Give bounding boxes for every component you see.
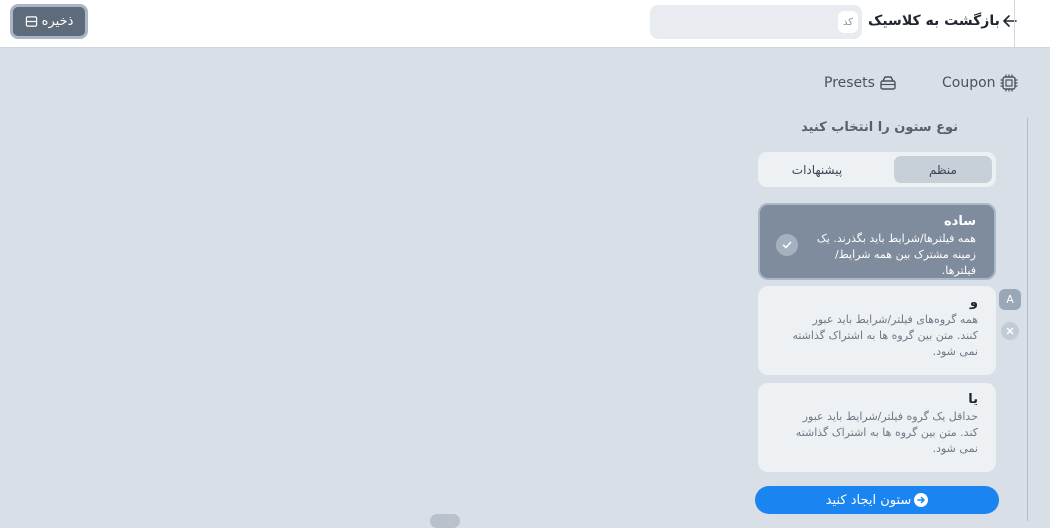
save-label: ذخیره [41, 14, 74, 29]
arrow-left-icon [1003, 15, 1017, 27]
create-column-button[interactable]: ستون ایجاد کنید [755, 486, 999, 514]
section-title: نوع ستون را انتخاب کنید [801, 120, 958, 135]
option-description: حداقل یک گروه فیلتر/شرایط باید عبور کند.… [795, 410, 978, 455]
option-description: همه گروه‌های فیلتر/شرایط باید عبور کنند.… [792, 313, 978, 358]
top-bar: ذخیره بازگشت به کلاسیک [0, 0, 1050, 48]
column-type-segmented-control: منظم پیشنهادات [758, 152, 996, 187]
option-title: و [969, 295, 978, 310]
save-button[interactable]: ذخیره [10, 4, 88, 39]
option-card-simple[interactable]: ساده همه فیلترها/شرایط باید بگذرند. یک ز… [758, 203, 996, 280]
back-to-classic-label: بازگشت به کلاسیک [868, 13, 1000, 29]
header-divider [1014, 0, 1015, 48]
layers-icon [880, 76, 896, 90]
segment-suggestions[interactable]: پیشنهادات [768, 156, 866, 183]
option-card-and[interactable]: و همه گروه‌های فیلتر/شرایط باید عبور کنن… [758, 286, 996, 375]
panel-divider [1027, 118, 1028, 521]
code-input[interactable] [838, 11, 858, 33]
tab-presets-label: Presets [824, 75, 875, 91]
create-column-label: ستون ایجاد کنید [825, 492, 912, 508]
option-title: یا [968, 392, 978, 407]
tab-coupon[interactable]: Coupon [942, 72, 1019, 94]
option-title: ساده [943, 214, 976, 229]
tab-coupon-label: Coupon [942, 75, 996, 91]
remove-icon[interactable] [1001, 322, 1019, 340]
group-letter-badge[interactable]: A [999, 289, 1021, 310]
back-to-classic-link[interactable]: بازگشت به کلاسیک [868, 10, 1018, 32]
arrow-right-circle-icon [914, 493, 929, 507]
option-description: همه فیلترها/شرایط باید بگذرند. یک زمینه … [816, 232, 976, 277]
check-icon [776, 234, 798, 256]
tab-presets[interactable]: Presets [824, 72, 898, 94]
bottom-handle[interactable] [430, 514, 460, 528]
option-card-or[interactable]: یا حداقل یک گروه فیلتر/شرایط باید عبور ک… [758, 383, 996, 472]
code-search-box[interactable] [650, 5, 862, 39]
save-icon [25, 16, 37, 27]
segment-regular[interactable]: منظم [894, 156, 992, 183]
chip-icon [1000, 74, 1018, 92]
